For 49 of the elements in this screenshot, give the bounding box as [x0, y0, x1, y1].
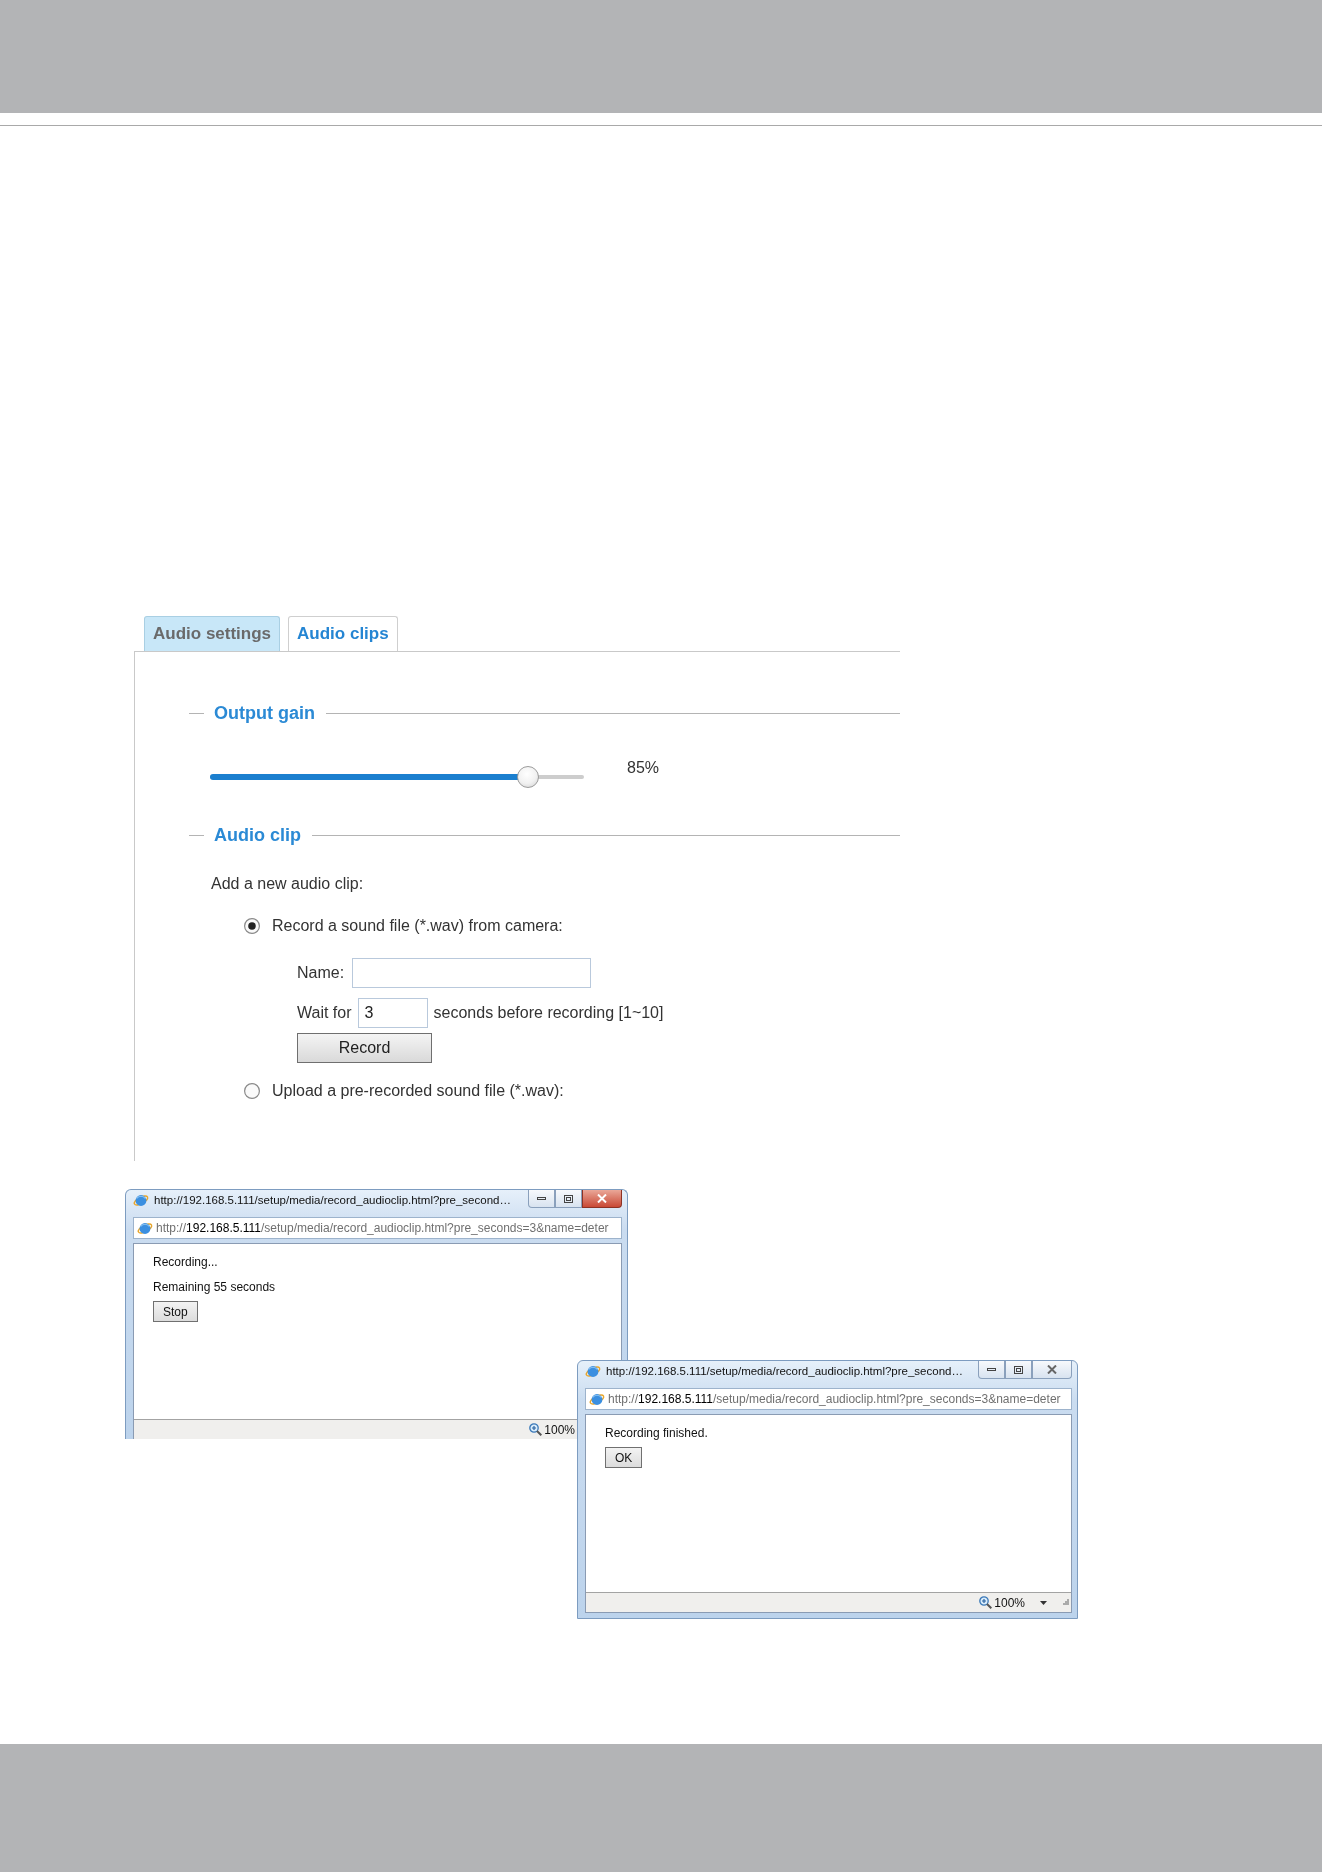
maximize-icon — [564, 1194, 573, 1203]
window-title: http://192.168.5.111/setup/media/record_audioclip.html?pre_second… — [606, 1364, 964, 1379]
message-text: Recording finished. — [605, 1425, 708, 1441]
planet-icon — [137, 1220, 153, 1236]
planet-icon — [133, 1192, 149, 1208]
field-hint: seconds before recording [1~10] — [433, 1004, 664, 1022]
intro-text: Add a new audio clip: — [211, 874, 364, 894]
message-text: Recording... — [153, 1254, 218, 1270]
slider-thumb[interactable] — [516, 766, 539, 788]
address-bar[interactable]: http://192.168.5.111/setup/media/record_audioclip.html?pre_seconds=3&name=deter — [133, 1217, 622, 1239]
option-label[interactable]: Record a sound file (*.wav) from camera: — [272, 916, 563, 936]
radio-button[interactable] — [244, 918, 260, 934]
planet-icon — [589, 1391, 605, 1407]
section-title: Audio clip — [214, 824, 301, 846]
option-label[interactable]: Upload a pre-recorded sound file (*.wav): — [272, 1081, 564, 1101]
section-title: Output gain — [214, 702, 315, 724]
input-field[interactable]: 3 — [357, 998, 428, 1028]
resize-grip-icon[interactable] — [1063, 1598, 1069, 1605]
minimize-button[interactable] — [528, 1190, 555, 1208]
window-title: http://192.168.5.111/setup/media/record_audioclip.html?pre_second… — [154, 1193, 512, 1208]
close-button[interactable] — [1032, 1361, 1072, 1379]
dialog-button[interactable]: OK — [605, 1447, 643, 1468]
dialog-button[interactable]: Stop — [153, 1301, 198, 1322]
maximize-button[interactable] — [555, 1190, 582, 1208]
close-icon — [1047, 1365, 1057, 1374]
minimize-icon — [987, 1368, 996, 1371]
maximize-icon — [1014, 1365, 1023, 1374]
minimize-icon — [537, 1197, 546, 1200]
gain-slider[interactable] — [210, 766, 584, 788]
field-label: Name: — [297, 964, 345, 982]
zoom-icon[interactable] — [529, 1423, 543, 1436]
gain-value: 85% — [627, 759, 660, 777]
zoom-level[interactable]: 100% — [994, 1595, 1025, 1610]
tab[interactable]: Audio settings — [144, 616, 281, 651]
minimize-button[interactable] — [978, 1361, 1005, 1379]
radio-button[interactable] — [244, 1083, 260, 1099]
caret-icon[interactable] — [1040, 1600, 1047, 1605]
tab[interactable]: Audio clips — [288, 616, 398, 651]
zoom-icon[interactable] — [979, 1596, 993, 1609]
message-text: Remaining 55 seconds — [153, 1279, 276, 1295]
planet-icon — [585, 1363, 601, 1379]
input-field[interactable] — [352, 958, 592, 988]
zoom-level[interactable]: 100% — [544, 1422, 575, 1437]
record-button[interactable]: Record — [297, 1033, 432, 1063]
close-icon — [597, 1194, 607, 1203]
address-bar[interactable]: http://192.168.5.111/setup/media/record_audioclip.html?pre_seconds=3&name=deter — [585, 1388, 1072, 1410]
maximize-button[interactable] — [1005, 1361, 1032, 1379]
field-label: Wait for — [297, 1004, 352, 1022]
close-button[interactable] — [582, 1190, 622, 1208]
